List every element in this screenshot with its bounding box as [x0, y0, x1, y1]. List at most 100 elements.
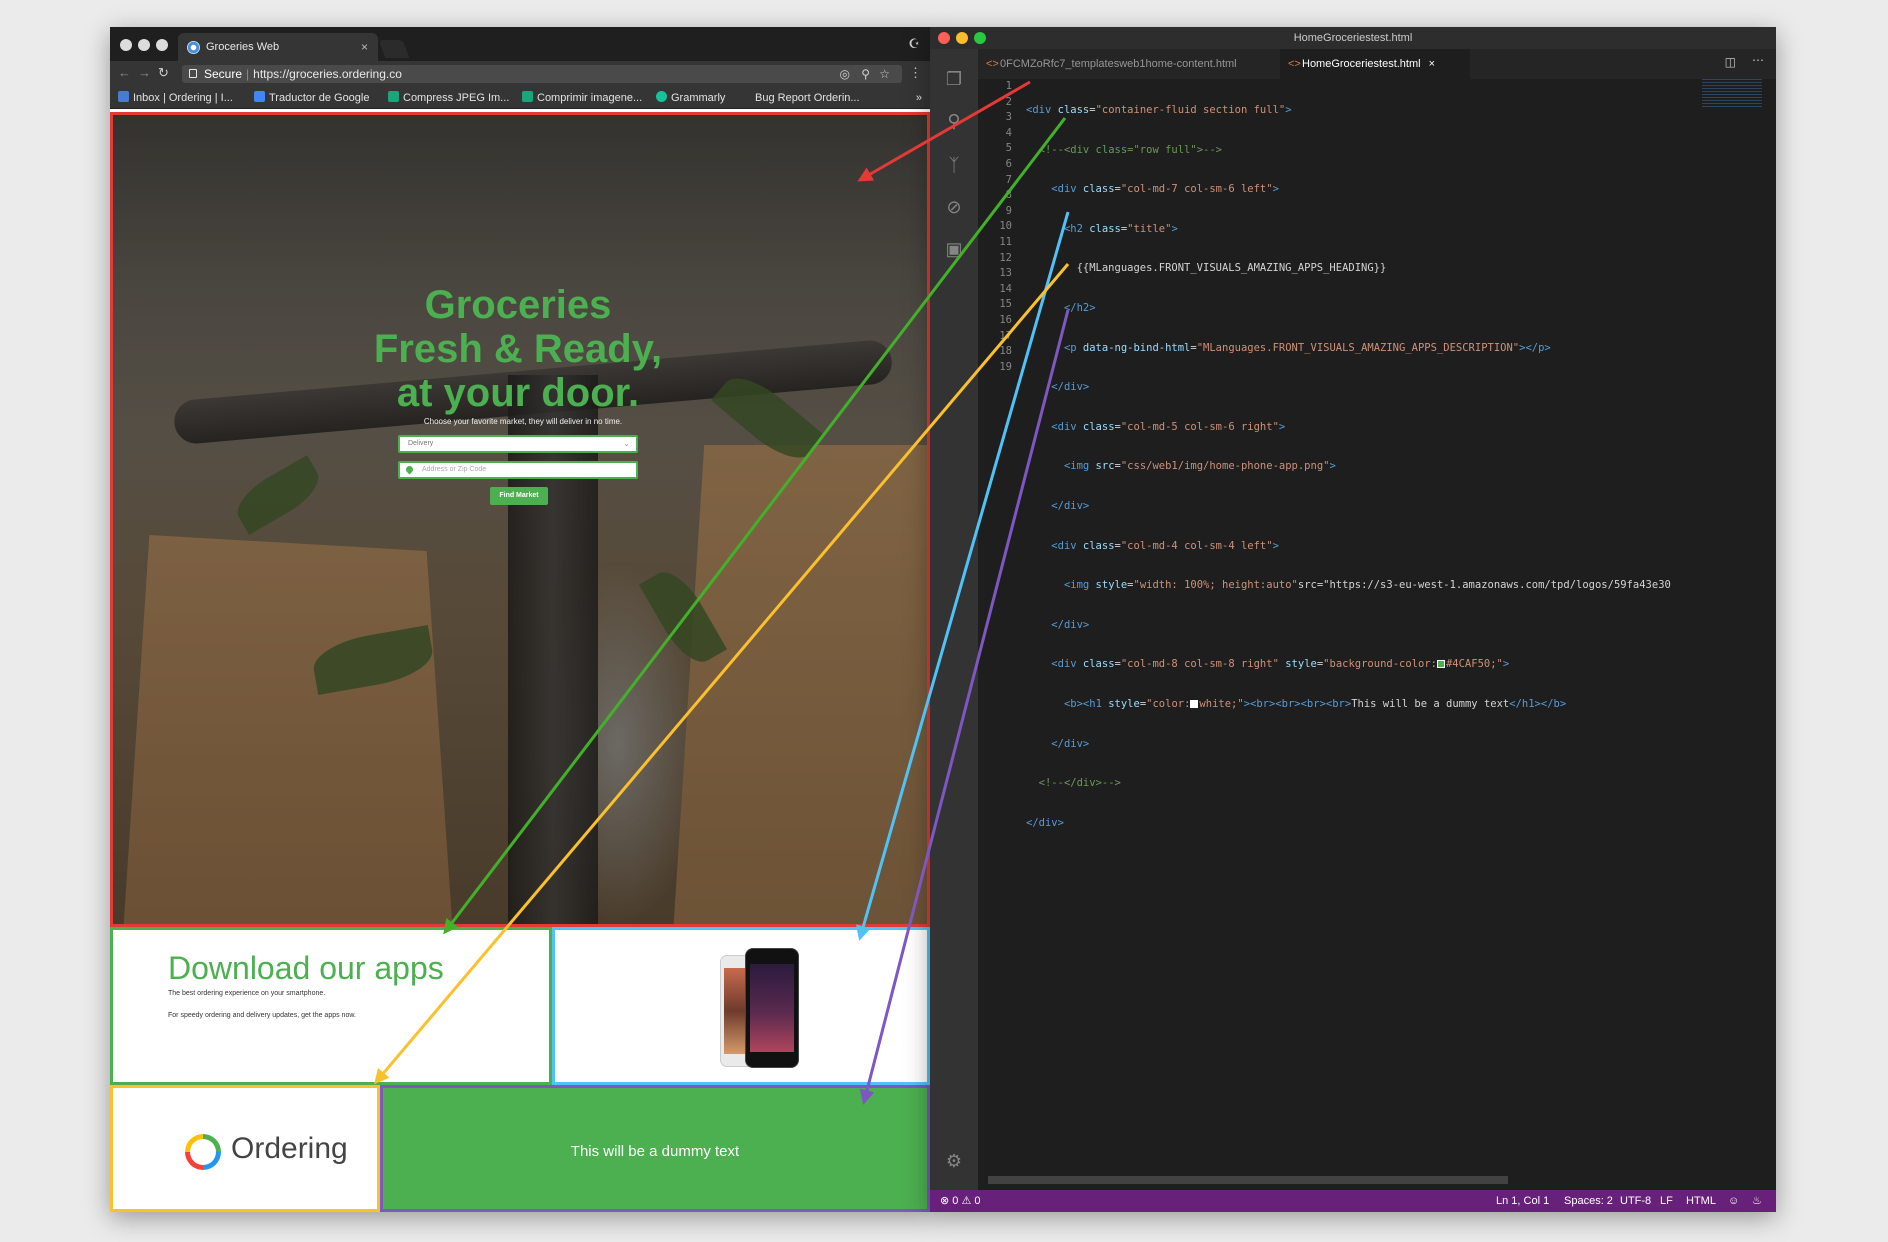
horizontal-scrollbar[interactable] [988, 1176, 1508, 1184]
line-number: 5 [1005, 142, 1012, 155]
maximize-window-dot[interactable] [974, 32, 986, 44]
tab-homegroceriestest[interactable]: <> HomeGroceriestest.html × [1280, 49, 1470, 79]
incognito-icon: ☪ [908, 36, 920, 51]
close-window-dot[interactable] [938, 32, 950, 44]
code-editor-window: HomeGroceriestest.html ❐ ⚲ ᛉ ⊘ ▣ ⚙ <> 0F… [930, 27, 1776, 1212]
lock-icon [189, 69, 197, 78]
line-number: 14 [999, 282, 1012, 295]
status-bar: ⊗ 0 ⚠ 0 Ln 1, Col 1 Spaces: 2 UTF-8 LF H… [930, 1190, 1776, 1212]
phone-image [745, 948, 799, 1068]
line-number: 1 [1005, 80, 1012, 92]
browser-tabbar: Groceries Web × ☪ [110, 27, 930, 61]
files-icon[interactable]: ❐ [942, 69, 966, 93]
code-line: {{MLanguages.FRONT_VISUALS_AMAZING_APPS_… [1026, 262, 1387, 275]
line-number: 18 [999, 345, 1012, 358]
hero-section: Groceries Fresh & Ready, at your door. C… [110, 112, 930, 927]
code-line: <div class="col-md-5 col-sm-6 right"> [1051, 420, 1286, 433]
problems-indicator[interactable]: ⊗ 0 ⚠ 0 [940, 1190, 981, 1212]
code-line: <div class="col-md-8 col-sm-8 right" sty… [1051, 658, 1510, 671]
more-bookmarks-icon[interactable]: » [916, 87, 922, 108]
new-tab-button[interactable] [378, 40, 410, 58]
chevron-down-icon: ⌄ [623, 439, 630, 448]
gear-icon[interactable]: ⚙ [942, 1151, 966, 1175]
search-icon[interactable]: ⚲ [942, 111, 966, 135]
download-description: For speedy ordering and delivery updates… [168, 1012, 356, 1019]
code-line: <img style="width: 100%; height:auto"src… [1063, 579, 1671, 592]
html-file-icon: <> [1288, 58, 1301, 70]
address-input[interactable]: Address or Zip Code [398, 461, 638, 479]
extensions-icon[interactable]: ▣ [942, 239, 966, 263]
code-line: <div class="col-md-7 col-sm-6 left"> [1051, 183, 1279, 196]
close-tab-icon[interactable]: × [361, 33, 368, 61]
bookmark-item[interactable]: Grammarly [656, 87, 725, 108]
bookmark-item[interactable]: Traductor de Google [254, 87, 369, 108]
location-target-icon[interactable]: ◎ [840, 65, 850, 83]
code-line: <!--</div>--> [1038, 777, 1121, 790]
minimap[interactable] [1702, 79, 1762, 109]
more-actions-icon[interactable]: ⋯ [1752, 53, 1764, 67]
line-number: 11 [999, 235, 1012, 248]
indentation-setting[interactable]: Spaces: 2 [1564, 1190, 1613, 1212]
code-line: <!--<div class="row full">--> [1038, 143, 1222, 156]
green-banner-section: This will be a dummy text [380, 1085, 930, 1212]
line-number: 6 [1005, 157, 1012, 170]
cursor-position[interactable]: Ln 1, Col 1 [1496, 1190, 1549, 1212]
line-number: 13 [999, 267, 1012, 280]
minimize-window-dot[interactable] [138, 39, 150, 51]
zoom-icon[interactable]: ⚲ [861, 65, 870, 83]
hero-subtitle: Choose your favorite market, they will d… [423, 417, 623, 426]
debug-icon[interactable]: ⊘ [942, 197, 966, 221]
bookmark-item[interactable]: Comprimir imagene... [522, 87, 642, 108]
close-tab-icon[interactable]: × [1429, 58, 1435, 70]
line-number: 4 [1005, 126, 1012, 139]
line-number: 2 [1005, 95, 1012, 108]
code-line: <img src="css/web1/img/home-phone-app.pn… [1063, 460, 1336, 473]
code-line: </div> [1051, 618, 1090, 631]
code-area[interactable]: 1 2 3 4 5 6 7 8 9 10 11 12 13 14 15 16 1… [978, 79, 1776, 1190]
forward-arrow-icon[interactable]: → [138, 65, 151, 80]
delivery-select[interactable]: Delivery ⌄ [398, 435, 638, 453]
code-line: </h2> [1063, 301, 1096, 314]
bookmark-item[interactable]: Bug Report Orderin... [755, 87, 860, 108]
minimize-window-dot[interactable] [956, 32, 968, 44]
star-icon[interactable]: ☆ [879, 65, 890, 83]
map-pin-icon [404, 464, 415, 475]
address-bar[interactable]: Secure | https://groceries.ordering.co ◎ ⚲… [182, 65, 902, 83]
encoding-setting[interactable]: UTF-8 [1620, 1190, 1651, 1212]
page-viewport: Groceries Fresh & Ready, at your door. C… [110, 109, 930, 1212]
bookmarks-bar: Inbox | Ordering | I... Traductor de Goo… [110, 87, 930, 109]
browser-tab[interactable]: Groceries Web × [178, 33, 378, 61]
code-lines: <div class="container-fluid section full… [1026, 79, 1726, 855]
find-market-button[interactable]: Find Market [490, 487, 548, 505]
globe-icon [187, 41, 200, 54]
split-editor-icon[interactable]: ◫ [1725, 55, 1736, 69]
reload-icon[interactable]: ↻ [158, 65, 169, 81]
maximize-window-dot[interactable] [156, 39, 168, 51]
download-description: The best ordering experience on your sma… [168, 990, 326, 997]
menu-dots-icon[interactable]: ⋮ [909, 65, 922, 81]
source-control-icon[interactable]: ᛉ [942, 155, 966, 179]
browser-toolbar: ← → ↻ Secure | https://groceries.ordering.… [110, 61, 930, 87]
browser-window: Groceries Web × ☪ ← → ↻ Secure | https://g… [110, 27, 930, 1212]
code-line: <h2 class="title"> [1063, 222, 1178, 235]
bookmark-item[interactable]: Inbox | Ordering | I... [118, 87, 233, 108]
url-text: https://groceries.ordering.co [253, 67, 402, 81]
close-window-dot[interactable] [120, 39, 132, 51]
ordering-logo-text: Ordering [231, 1132, 348, 1165]
smiley-feedback-icon[interactable]: ☺ [1728, 1190, 1739, 1212]
bookmark-item[interactable]: Compress JPEG Im... [388, 87, 509, 108]
code-line: <div class="col-md-4 col-sm-4 left"> [1051, 539, 1279, 552]
back-arrow-icon[interactable]: ← [118, 65, 131, 80]
line-number: 15 [999, 298, 1012, 311]
eol-setting[interactable]: LF [1660, 1190, 1673, 1212]
line-number: 16 [999, 313, 1012, 326]
line-number: 8 [1005, 189, 1012, 202]
editor-window-title: HomeGroceriestest.html [1293, 32, 1413, 44]
tab-content-html[interactable]: <> 0FCMZoRfc7_templatesweb1home-content.… [978, 49, 1278, 79]
google-translate-icon [254, 91, 265, 102]
bell-icon[interactable]: ♨ [1752, 1190, 1762, 1212]
language-mode[interactable]: HTML [1686, 1190, 1716, 1212]
compress-icon [522, 91, 533, 102]
line-number: 7 [1005, 173, 1012, 186]
line-number: 19 [999, 360, 1012, 373]
